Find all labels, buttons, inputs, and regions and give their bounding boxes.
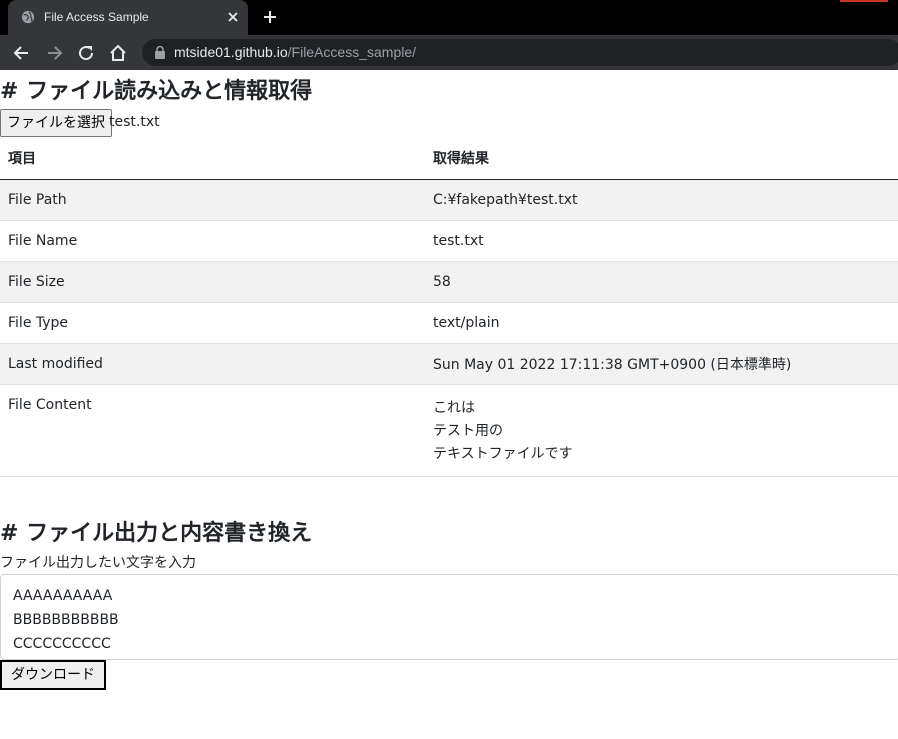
row-value: C:¥fakepath¥test.txt [425,179,898,221]
table-row: File Path C:¥fakepath¥test.txt [0,179,898,221]
row-item: File Path [0,179,425,221]
read-section-heading: # ファイル読み込みと情報取得 [0,79,313,104]
table-row: File Size 58 [0,261,898,303]
header-item: 項目 [0,137,425,180]
page-content: # ファイル読み込みと情報取得 ファイルを選択 test.txt 項目 取得結果… [0,70,898,739]
back-icon[interactable] [12,43,32,63]
row-value: text/plain [425,302,898,344]
address-url[interactable]: mtside01.github.io/FileAccess_sample/ [174,44,416,60]
browser-toolbar: mtside01.github.io/FileAccess_sample/ [0,35,898,70]
content-line: テキストファイルです [433,445,573,462]
row-item: Last modified [0,343,425,385]
row-item: File Content [0,384,425,477]
row-value: Sun May 01 2022 17:11:38 GMT+0900 (日本標準時… [425,343,898,385]
row-item: File Name [0,220,425,262]
content-line: これは [433,399,475,416]
write-section-heading: # ファイル出力と内容書き換え [0,521,313,546]
forward-icon[interactable] [44,43,64,63]
header-result: 取得結果 [425,137,898,180]
choose-file-button[interactable]: ファイルを選択 [0,109,112,137]
address-bar[interactable]: mtside01.github.io/FileAccess_sample/ [142,39,898,66]
browser-tabstrip: File Access Sample [0,0,898,35]
table-row: File Name test.txt [0,220,898,262]
window-accent [840,0,888,2]
table-header-row: 項目 取得結果 [0,137,898,180]
row-value: test.txt [425,220,898,262]
row-item: File Type [0,302,425,344]
close-tab-icon[interactable] [226,10,240,24]
textarea-line: CCCCCCCCCC [13,636,111,652]
new-tab-icon[interactable] [262,9,278,25]
browser-tab[interactable]: File Access Sample [8,0,248,35]
table-row-content: File Content これは テスト用の テキストファイルです [0,384,898,477]
textarea-line: AAAAAAAAAA [13,588,113,604]
download-button[interactable]: ダウンロード [0,660,106,690]
table-row: File Type text/plain [0,302,898,344]
textarea-label: ファイル出力したい文字を入力 [0,555,196,571]
textarea-line: BBBBBBBBBBB [13,612,119,628]
lock-icon[interactable] [154,46,166,59]
tab-title: File Access Sample [44,10,149,24]
output-textarea[interactable]: AAAAAAAAAA BBBBBBBBBBB CCCCCCCCCC [0,574,898,660]
row-value: 58 [425,261,898,303]
globe-icon [21,10,35,24]
table-row: Last modified Sun May 01 2022 17:11:38 G… [0,343,898,385]
selected-file-name: test.txt [109,114,160,130]
file-info-table: 項目 取得結果 File Path C:¥fakepath¥test.txt F… [0,137,898,477]
file-content-value: これは テスト用の テキストファイルです [425,384,898,477]
row-item: File Size [0,261,425,303]
content-line: テスト用の [433,422,503,439]
reload-icon[interactable] [76,43,96,63]
home-icon[interactable] [108,43,128,63]
